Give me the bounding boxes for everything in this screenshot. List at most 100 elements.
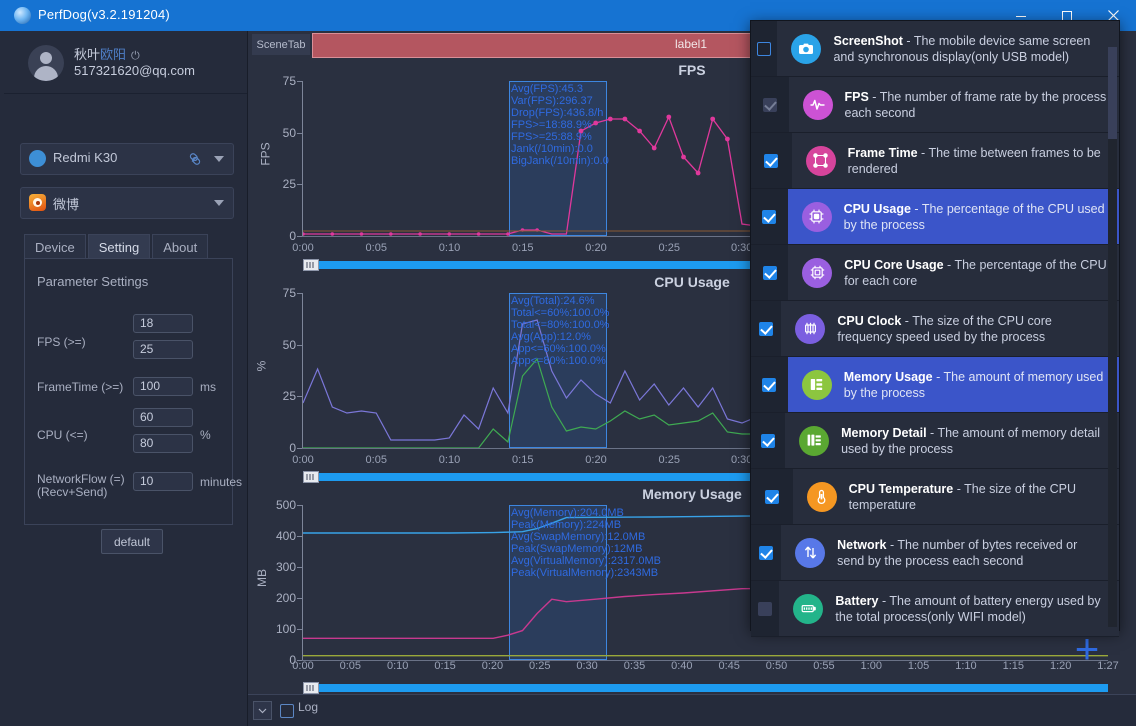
parameter-settings-title: Parameter Settings: [37, 274, 149, 289]
option-row-screenshot[interactable]: ScreenShot - The mobile device same scre…: [751, 21, 1119, 77]
chart-fps-ylabel: FPS: [258, 142, 273, 166]
chart-cpu-ytick-75: 75: [282, 286, 296, 300]
option-row-network[interactable]: Network - The number of bytes received o…: [751, 525, 1119, 581]
log-checkbox[interactable]: [280, 704, 294, 718]
option-row-battery[interactable]: Battery - The amount of battery energy u…: [751, 581, 1119, 637]
option-checkbox-cell[interactable]: [751, 77, 789, 132]
checkbox-frame-time[interactable]: [764, 153, 779, 168]
account-email: 517321620@qq.com: [74, 63, 195, 78]
chart-fps-scroll-handle[interactable]: [303, 259, 319, 271]
cpu-threshold-unit: %: [200, 428, 211, 442]
add-chart-button[interactable]: +: [1068, 628, 1106, 670]
option-checkbox-cell[interactable]: [751, 413, 786, 468]
networkflow-input[interactable]: [133, 472, 193, 491]
checkbox-cpu-usage[interactable]: [762, 209, 777, 224]
checkbox-memory-detail[interactable]: [761, 433, 776, 448]
global-scroll-handle[interactable]: [303, 682, 319, 694]
option-row-memory-detail[interactable]: Memory Detail - The amount of memory det…: [751, 413, 1119, 469]
link-icon[interactable]: [187, 151, 203, 167]
chart-cpu-scroll-handle[interactable]: [303, 471, 319, 483]
option-checkbox-cell[interactable]: [751, 301, 782, 356]
global-time-axis: 0:00 0:05 0:10 0:15 0:20 0:25 0:30 0:35 …: [292, 660, 1118, 676]
cpu-threshold-input-1[interactable]: [133, 408, 193, 427]
avatar: [28, 45, 64, 81]
checkbox-fps[interactable]: [762, 97, 777, 112]
global-xtick-13: 1:05: [907, 660, 930, 672]
option-checkbox-cell[interactable]: [751, 21, 778, 76]
memory-detail-icon: [799, 425, 830, 456]
cpu-chip-icon: [801, 201, 832, 232]
tab-about[interactable]: About: [152, 234, 209, 259]
power-icon[interactable]: ⏻: [131, 50, 140, 63]
checkbox-memory-usage[interactable]: [762, 377, 777, 392]
checkbox-network[interactable]: [759, 545, 774, 560]
chevron-down-icon[interactable]: [214, 156, 224, 162]
option-checkbox-cell[interactable]: [751, 357, 788, 412]
option-row-cpu-usage[interactable]: CPU Usage - The percentage of the CPU us…: [751, 189, 1119, 245]
chart-memory-annotation-5: Peak(VirtualMemory):2343MB: [511, 567, 659, 579]
chart-cpu-annotation-0: Avg(Total):24.6%: [511, 295, 595, 307]
tab-setting[interactable]: Setting: [87, 234, 151, 259]
frametime-input[interactable]: [133, 377, 193, 396]
app-selector-label: 微博: [53, 197, 80, 212]
option-row-cpu-temperature[interactable]: CPU Temperature - The size of the CPU te…: [751, 469, 1119, 525]
option-name: CPU Clock: [837, 313, 902, 328]
option-checkbox-cell[interactable]: [751, 133, 792, 188]
pulse-icon: [802, 89, 833, 120]
options-panel-scroll-thumb[interactable]: [1108, 47, 1117, 139]
global-scrollbar[interactable]: [303, 682, 1108, 694]
scene-tab[interactable]: SceneTab: [252, 34, 310, 55]
options-panel-scrollbar[interactable]: [1108, 47, 1117, 627]
chart-fps-annotation-2: Drop(FPS):436.8/h: [511, 107, 604, 119]
chart-fps-xtick-1: 0:05: [365, 242, 387, 254]
option-checkbox-cell[interactable]: [751, 525, 782, 580]
network-icon: [795, 537, 826, 568]
option-checkbox-cell[interactable]: [751, 581, 780, 636]
option-checkbox-cell[interactable]: [751, 189, 788, 244]
chart-fps-xtick-4: 0:20: [585, 242, 607, 254]
global-xtick-15: 1:15: [1002, 660, 1025, 672]
option-checkbox-cell[interactable]: [751, 245, 789, 300]
option-label: CPU Core Usage - The percentage of the C…: [844, 257, 1107, 289]
fps-threshold-input-2[interactable]: [133, 340, 193, 359]
checkbox-cpu-clock[interactable]: [759, 321, 774, 336]
battery-icon: [793, 593, 824, 624]
chart-cpu-xtick-0: 0:00: [292, 454, 314, 466]
chart-fps-annotation-6: BigJank(/10min):0.0: [511, 155, 609, 167]
chart-cpu-ytick-50: 50: [282, 337, 296, 352]
global-scroll-track[interactable]: [319, 684, 1108, 692]
option-label: Network - The number of bytes received o…: [837, 537, 1107, 569]
option-row-cpu-core-usage[interactable]: CPU Core Usage - The percentage of the C…: [751, 245, 1119, 301]
thermometer-icon: [806, 481, 837, 512]
option-checkbox-cell[interactable]: [751, 469, 793, 524]
checkbox-cpu-temperature[interactable]: [764, 489, 779, 504]
option-label: Battery - The amount of battery energy u…: [835, 593, 1107, 625]
global-xtick-10: 0:50: [765, 660, 788, 672]
chevron-down-icon[interactable]: [214, 200, 224, 206]
checkbox-cpu-core-usage[interactable]: [762, 265, 777, 280]
chart-cpu-annotation-5: App<=80%:100.0%: [511, 355, 606, 367]
checkbox-screenshot[interactable]: [757, 41, 772, 56]
fps-threshold-input-1[interactable]: [133, 314, 193, 333]
checkbox-battery[interactable]: [758, 601, 773, 616]
cpu-threshold-input-2[interactable]: [133, 434, 193, 453]
chart-memory-annotation-1: Peak(Memory):224MB: [511, 519, 622, 531]
networkflow-label-line1: NetworkFlow (=): [37, 472, 125, 486]
option-label: ScreenShot - The mobile device same scre…: [833, 33, 1107, 65]
chart-memory-ytick-100: 100: [275, 622, 296, 636]
option-row-fps[interactable]: FPS - The number of frame rate by the pr…: [751, 77, 1119, 133]
option-row-frame-time[interactable]: Frame Time - The time between frames to …: [751, 133, 1119, 189]
chart-fps-xtick-5: 0:25: [658, 242, 680, 254]
option-row-cpu-clock[interactable]: CPU Clock - The size of the CPU core fre…: [751, 301, 1119, 357]
global-xtick-14: 1:10: [955, 660, 977, 672]
device-selector[interactable]: Redmi K30: [20, 143, 234, 175]
sidebar-tabs: Device Setting About: [24, 234, 210, 259]
expand-arrow-icon[interactable]: [253, 701, 272, 720]
tab-device[interactable]: Device: [24, 234, 86, 259]
camera-icon: [791, 33, 822, 64]
chart-fps-ytick-25: 25: [282, 177, 296, 192]
default-button[interactable]: default: [101, 529, 163, 554]
option-row-memory-usage[interactable]: Memory Usage - The amount of memory used…: [751, 357, 1119, 413]
account-name-part1: 秋叶: [74, 47, 101, 62]
app-selector[interactable]: 微博: [20, 187, 234, 219]
